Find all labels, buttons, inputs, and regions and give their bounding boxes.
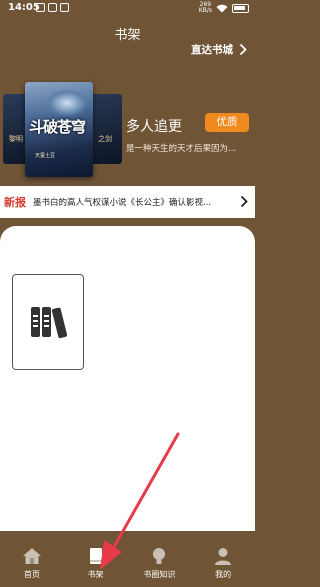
wifi-icon [216,4,228,12]
banner-description: 是一种天生的天才后果因为... [126,144,237,154]
tab-label: 书架 [87,570,104,579]
tab-bookshelf[interactable]: 书架 [64,532,128,587]
user-icon [215,548,232,565]
tab-home[interactable]: 首页 [0,532,64,587]
side-book-title: 黎明 [9,135,23,143]
notification-icon [60,3,69,12]
tab-label: 首页 [23,570,40,579]
tab-label: 我的 [215,570,232,579]
battery-icon [232,3,249,13]
status-bar: 14:05 269 KB/s [0,0,255,18]
goto-store-link[interactable]: 直达书城 [191,42,247,57]
add-book-card[interactable] [12,274,84,370]
tab-knowledge[interactable]: 书圈知识 [128,532,192,587]
bookshelf-panel [0,226,255,531]
banner-heading: 多人追更 [126,119,182,135]
side-book-title: 之剑 [98,135,112,143]
quality-badge: 优质 [205,113,249,132]
chevron-right-icon [240,195,248,208]
home-icon [22,548,41,564]
notification-icon [48,3,57,12]
book-cover-featured[interactable]: 斗破苍穹 天蚕土豆 [25,82,93,177]
chevron-right-icon [239,43,247,56]
cover-author: 天蚕土豆 [35,153,56,159]
cover-title: 斗破苍穹 [29,118,86,136]
tab-profile[interactable]: 我的 [191,532,255,587]
news-text: 墨书白的高人气权谋小说《长公主》确认影视... [33,198,212,208]
bookshelf-icon [89,548,102,564]
books-icon [31,307,68,339]
notification-icon [36,3,45,12]
lightbulb-icon [153,548,166,564]
tab-label: 书圈知识 [143,570,176,579]
net-speed-unit: KB/s [198,7,212,14]
net-speed: 269 KB/s [199,2,212,14]
cover-art [47,90,87,116]
page-title: 书架 [114,28,141,43]
bottom-tab-bar: 首页 书架 书圈知识 我的 [0,532,255,587]
recommend-banner[interactable]: 黎明 之剑 斗破苍穹 天蚕土豆 多人追更 优质 是一种天生的天才后果因为... [0,78,255,177]
notification-icons [36,3,69,12]
news-tag: 新报 [4,196,26,209]
goto-store-label: 直达书城 [191,44,233,56]
status-right: 269 KB/s [199,2,249,14]
news-ticker[interactable]: 新报 墨书白的高人气权谋小说《长公主》确认影视... [0,186,255,218]
